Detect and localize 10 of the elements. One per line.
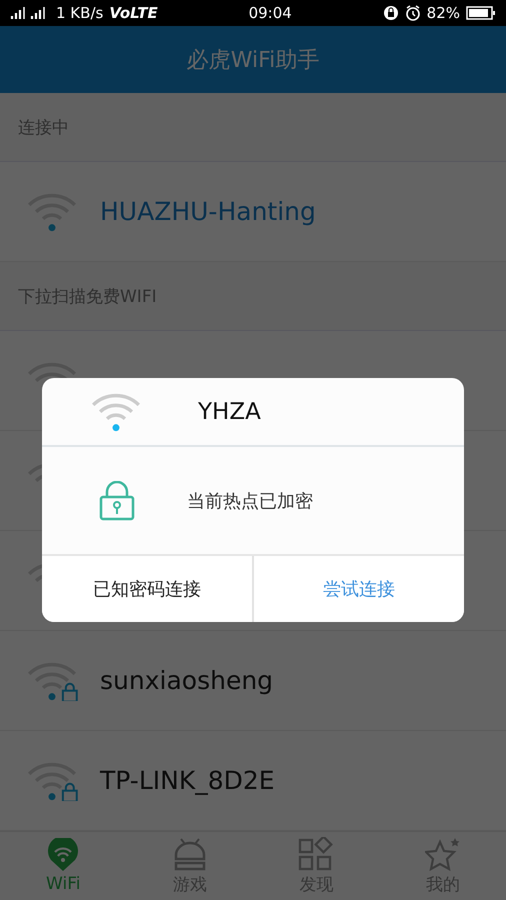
network-name: TP-LINK_8D2E (100, 766, 275, 795)
volte-label: VoLTE (109, 4, 158, 22)
dialog-title: YHZA (198, 398, 261, 424)
network-name: HUAZHU-Hanting (100, 197, 316, 226)
dialog-message: 当前热点已加密 (187, 490, 313, 512)
clock: 09:04 (248, 4, 292, 22)
app-title: 必虎WiFi助手 (186, 46, 320, 74)
battery-percent: 82% (426, 4, 460, 22)
network-speed: 1 KB/s (56, 4, 104, 22)
network-name: sunxiaosheng (100, 666, 274, 695)
